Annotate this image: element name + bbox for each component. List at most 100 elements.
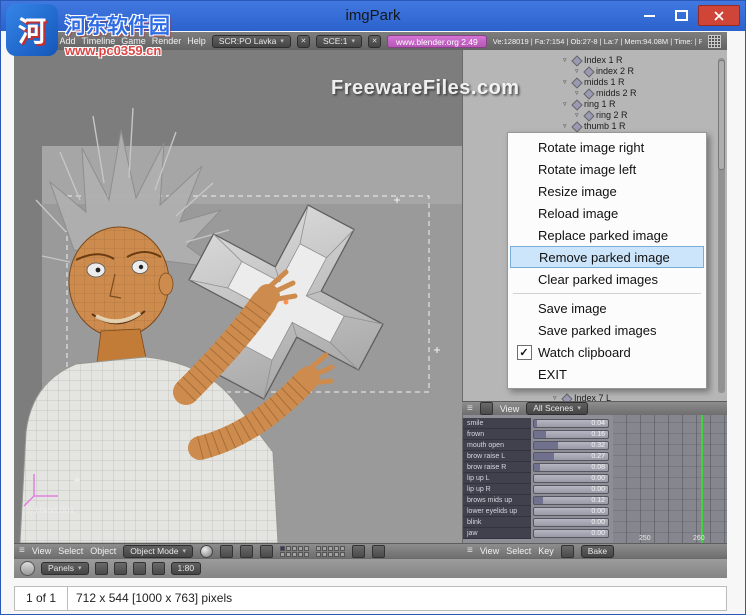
freewarefiles-watermark: FreewareFiles.com — [331, 77, 520, 100]
shapekey-row: jaw0.00 — [463, 528, 613, 539]
hamburger-icon: ≡ — [467, 546, 473, 556]
shading-icon — [114, 562, 127, 575]
draw-mode-icon — [200, 545, 213, 558]
scene-close-icon: ✕ — [368, 35, 381, 48]
frame-number: 260 — [693, 535, 705, 542]
site-watermark: 河 河东软件园 www.pc0359.cn — [6, 4, 170, 58]
outliner-item: ▿Index 1 R — [463, 55, 727, 66]
tree-expand-icon: ▿ — [563, 101, 570, 108]
shapekey-row: mouth open0.32 — [463, 440, 613, 451]
copy-icon — [561, 545, 574, 558]
url-field: www.blender.org 2.49 — [387, 35, 487, 48]
manipulator-icon — [240, 545, 253, 558]
outliner-item: ▿thumb 1 R — [463, 121, 727, 132]
menu-item-exit[interactable]: EXIT — [510, 363, 704, 385]
shapekey-row: frown0.16 — [463, 429, 613, 440]
dope-menu-key: Key — [538, 546, 554, 556]
shapekey-row: brow raise R0.08 — [463, 462, 613, 473]
screen-close-icon: ✕ — [297, 35, 310, 48]
tree-expand-icon: ▿ — [575, 112, 582, 119]
menu-item-rotate-image-right[interactable]: Rotate image right — [510, 136, 704, 158]
maximize-icon — [675, 10, 688, 21]
bone-icon — [583, 66, 594, 77]
bake-button: Bake — [581, 545, 614, 558]
minimize-button[interactable] — [634, 5, 664, 26]
pivot-icon — [220, 545, 233, 558]
imgpark-window: imgPark File Add Timeline Game Render He… — [0, 0, 746, 615]
shapekey-row: lip up R0.00 — [463, 484, 613, 495]
menu-item-rotate-image-left[interactable]: Rotate image left — [510, 158, 704, 180]
bone-icon — [571, 99, 582, 110]
shapekey-slider: 0.04 — [533, 419, 609, 428]
site-url: www.pc0359.cn — [65, 43, 170, 58]
active-object-label: (8) Hand.001 — [22, 505, 75, 515]
dope-menu-select: Select — [506, 546, 531, 556]
tree-expand-icon: ▿ — [563, 57, 570, 64]
menu-item-replace-parked-image[interactable]: Replace parked image — [510, 224, 704, 246]
shapekey-slider: 0.32 — [533, 441, 609, 450]
tree-expand-icon: ▿ — [575, 68, 582, 75]
shapekey-row: lip up L0.00 — [463, 473, 613, 484]
menu-item-save-parked-images[interactable]: Save parked images — [510, 319, 704, 341]
shapekey-slider: 0.08 — [533, 463, 609, 472]
outliner-header: ≡ View All Scenes▾ — [462, 401, 727, 415]
shapekey-row: blink0.00 — [463, 517, 613, 528]
tree-expand-icon: ▿ — [563, 123, 570, 130]
outliner-item: ▿ring 1 R — [463, 99, 727, 110]
status-bar: 1 of 1 712 x 544 [1000 x 763] pixels — [14, 586, 727, 611]
bone-icon — [571, 121, 582, 132]
menu-item-resize-image[interactable]: Resize image — [510, 180, 704, 202]
page-indicator: 1 of 1 — [14, 586, 68, 611]
outliner-item: ▿index 2 R — [463, 66, 727, 77]
chevron-down-icon: ▾ — [280, 36, 284, 47]
shapekey-slider: 0.00 — [533, 518, 609, 527]
window-grid-icon — [708, 35, 721, 48]
shapekey-row: brow raise L0.27 — [463, 451, 613, 462]
shapekey-row: brows mids up0.12 — [463, 495, 613, 506]
bone-icon — [571, 77, 582, 88]
shapekey-slider: 0.00 — [533, 507, 609, 516]
shapekey-slider: 0.16 — [533, 430, 609, 439]
layer-buttons — [280, 546, 309, 557]
menu-item-reload-image[interactable]: Reload image — [510, 202, 704, 224]
hamburger-icon: ≡ — [19, 546, 25, 556]
menu-item-save-image[interactable]: Save image — [510, 297, 704, 319]
site-logo-icon: 河 — [6, 4, 58, 56]
editing-icon — [152, 562, 165, 575]
outliner-scrollbar — [718, 58, 725, 393]
action-editor: smile0.04 frown0.16 mouth open0.32 brow … — [462, 415, 727, 543]
outliner-item: ▿ring 2 R — [463, 110, 727, 121]
minimize-icon — [644, 15, 655, 17]
viewport-menu-select: Select — [58, 546, 83, 556]
menu-item-remove-parked-image[interactable]: Remove parked image — [510, 246, 704, 268]
shapekey-slider: 0.00 — [533, 485, 609, 494]
close-button[interactable] — [698, 5, 740, 26]
blender-menu-help: Help — [187, 36, 206, 46]
frame-number: 250 — [639, 535, 651, 542]
menu-separator — [513, 293, 701, 294]
shapekey-row: smile0.04 — [463, 418, 613, 429]
scene-selector: SCE:1▾ — [316, 35, 362, 48]
playhead — [701, 415, 703, 543]
scene-stats: Ve:128019 | Fa:7:154 | Ob:27-8 | La:7 | … — [493, 37, 702, 46]
image-dimensions: 712 x 544 [1000 x 763] pixels — [68, 586, 727, 611]
shapekey-slider: 0.12 — [533, 496, 609, 505]
viewport-header: ≡ View Select Object Object Mode▾ — [14, 543, 462, 558]
maximize-button[interactable] — [666, 5, 696, 26]
checkbox-checked-icon: ✓ — [517, 345, 532, 360]
dope-menu-view: View — [480, 546, 499, 556]
chevron-down-icon: ▾ — [577, 403, 581, 414]
layer-buttons-2 — [316, 546, 345, 557]
bone-icon — [571, 55, 582, 66]
outliner-scope-dropdown: All Scenes▾ — [526, 402, 588, 415]
menu-item-watch-clipboard[interactable]: ✓Watch clipboard — [510, 341, 704, 363]
render-preview-icon — [372, 545, 385, 558]
mode-selector: Object Mode▾ — [123, 545, 193, 558]
tree-expand-icon: ▿ — [563, 79, 570, 86]
viewport-menu-object: Object — [90, 546, 116, 556]
outliner-display-icon — [480, 402, 493, 415]
viewport-render — [14, 50, 462, 543]
chevron-down-icon: ▾ — [352, 36, 356, 47]
menu-item-clear-parked-images[interactable]: Clear parked images — [510, 268, 704, 290]
action-editor-header: ≡ View Select Key Bake — [462, 543, 727, 558]
